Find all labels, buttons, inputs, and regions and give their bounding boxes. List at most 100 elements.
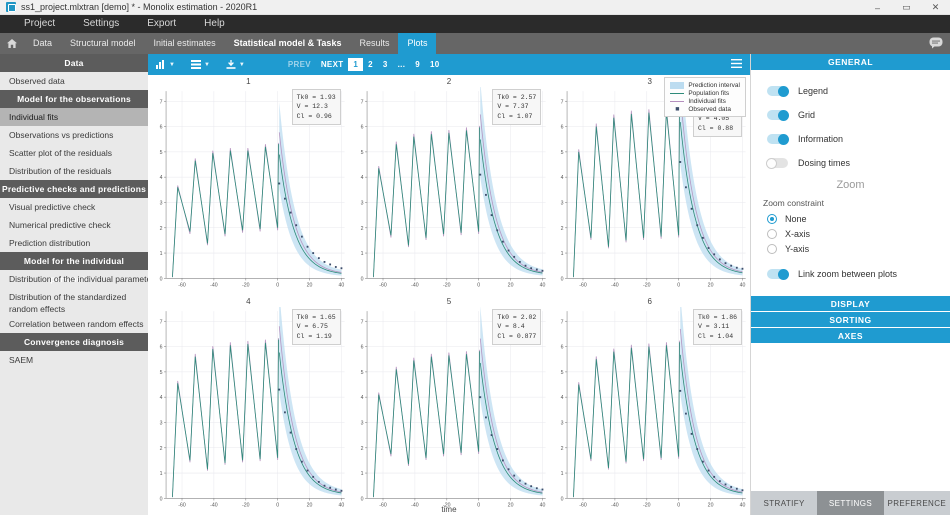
- svg-text:7: 7: [360, 99, 363, 105]
- legend-label: Individual fits: [688, 97, 726, 105]
- plot-panel-3[interactable]: 3 01234567-60-40-2002040 Tk0 = 1.58 V = …: [549, 75, 750, 295]
- plot-panel-2[interactable]: 2 0 1 2 3 4 5 6 7 -60 -40 -20 0 20 40 Tk0 = 2.57 V = …: [349, 75, 550, 295]
- sidebar-item-prediction-distribution[interactable]: Prediction distribution: [0, 234, 148, 252]
- close-button[interactable]: ✕: [921, 0, 950, 15]
- legend-swatch-line: [670, 100, 685, 102]
- svg-text:7: 7: [160, 99, 163, 105]
- chart-type-dropdown[interactable]: ▼: [156, 60, 175, 69]
- radio-none[interactable]: [767, 213, 777, 224]
- setting-label: Grid: [798, 110, 816, 120]
- sidebar-header-model-observations: Model for the observations: [0, 90, 148, 108]
- zoom-option-none[interactable]: None: [751, 211, 950, 226]
- plot-panel-1[interactable]: 1 0 1 2 3 4 5 6 7 -60 -40 -20 0 20 40 Tk0 = 1.93 V = …: [148, 75, 349, 295]
- tab-stratify[interactable]: STRATIFY: [751, 491, 817, 515]
- section-sorting[interactable]: SORTING: [751, 312, 950, 328]
- svg-text:7: 7: [561, 99, 564, 105]
- export-dropdown[interactable]: ▼: [226, 60, 245, 69]
- nav-item-structural-model[interactable]: Structural model: [61, 33, 145, 54]
- sidebar-item-scatter-plot-residuals[interactable]: Scatter plot of the residuals: [0, 144, 148, 162]
- svg-text:6: 6: [360, 345, 363, 351]
- chat-icon[interactable]: [929, 37, 943, 49]
- menu-help[interactable]: Help: [190, 15, 239, 33]
- svg-text:3: 3: [561, 420, 564, 426]
- section-display[interactable]: DISPLAY: [751, 296, 950, 312]
- nav-item-data[interactable]: Data: [24, 33, 61, 54]
- panel-title: 4: [246, 297, 251, 306]
- minimize-button[interactable]: –: [863, 0, 892, 15]
- svg-text:2: 2: [160, 446, 163, 452]
- zoom-option-y-axis[interactable]: Y-axis: [751, 241, 950, 256]
- legend-toggle[interactable]: [767, 85, 789, 97]
- menu-project[interactable]: Project: [10, 15, 69, 33]
- setting-dosing-times-row[interactable]: Dosing times: [751, 153, 950, 173]
- main-nav-bar: Data Structural model Initial estimates …: [0, 33, 950, 54]
- settings-tab-bar: STRATIFY SETTINGS PREFERENCE: [751, 491, 950, 515]
- settings-general-header[interactable]: GENERAL: [751, 54, 950, 71]
- page-button-3[interactable]: 3: [378, 58, 393, 71]
- page-button-10[interactable]: 10: [425, 58, 445, 71]
- nav-item-results[interactable]: Results: [350, 33, 398, 54]
- sidebar-item-observed-data[interactable]: Observed data: [0, 72, 148, 90]
- link-zoom-toggle[interactable]: [767, 268, 789, 280]
- tab-settings[interactable]: SETTINGS: [817, 491, 884, 515]
- nav-item-statistical-model-tasks[interactable]: Statistical model & Tasks: [225, 33, 351, 54]
- chevron-down-icon: ▼: [238, 61, 245, 68]
- sidebar-item-saem[interactable]: SAEM: [0, 351, 148, 369]
- information-toggle[interactable]: [767, 133, 789, 145]
- legend-label: Prediction interval: [688, 81, 740, 89]
- sidebar-item-individual-fits[interactable]: Individual fits: [0, 108, 148, 126]
- menu-export[interactable]: Export: [133, 15, 190, 33]
- svg-text:3: 3: [160, 420, 163, 426]
- x-axis-label: time: [441, 505, 457, 514]
- setting-information-row[interactable]: Information: [751, 129, 950, 149]
- sidebar-item-observations-vs-predictions[interactable]: Observations vs predictions: [0, 126, 148, 144]
- sidebar-item-visual-predictive-check[interactable]: Visual predictive check: [0, 198, 148, 216]
- svg-text:-40: -40: [611, 503, 619, 509]
- setting-grid-row[interactable]: Grid: [751, 105, 950, 125]
- sidebar-item-distribution-individual-parameters[interactable]: Distribution of the individual parameter…: [0, 270, 148, 288]
- svg-text:3: 3: [360, 200, 363, 206]
- nav-item-plots[interactable]: Plots: [398, 33, 437, 54]
- dosing-times-toggle[interactable]: [766, 157, 788, 169]
- section-axes[interactable]: AXES: [751, 328, 950, 344]
- next-page-button[interactable]: NEXT: [316, 58, 349, 71]
- radio-x-axis[interactable]: [767, 228, 777, 239]
- svg-text:-20: -20: [643, 283, 651, 289]
- layout-icon: [190, 60, 201, 69]
- svg-text:0: 0: [561, 496, 564, 502]
- maximize-button[interactable]: ▭: [892, 0, 921, 15]
- layout-dropdown[interactable]: ▼: [190, 60, 210, 69]
- legend-swatch-line: [670, 92, 685, 94]
- application-window: ss1_project.mlxtran [demo] * - Monolix e…: [0, 0, 950, 515]
- legend-entry-prediction-interval: Prediction interval: [670, 81, 740, 89]
- home-icon[interactable]: [0, 33, 24, 54]
- setting-link-zoom-row[interactable]: Link zoom between plots: [751, 264, 950, 284]
- page-button-1[interactable]: 1: [348, 58, 364, 71]
- plot-legend: Prediction interval Population fits Indi…: [664, 77, 746, 117]
- toolbar-menu-button[interactable]: [731, 59, 742, 70]
- page-button-2[interactable]: 2: [363, 58, 378, 71]
- sidebar-item-distribution-residuals[interactable]: Distribution of the residuals: [0, 162, 148, 180]
- sidebar-item-numerical-predictive-check[interactable]: Numerical predictive check: [0, 216, 148, 234]
- svg-text:0: 0: [477, 283, 480, 289]
- sidebar-item-correlation-random-effects[interactable]: Correlation between random effects: [0, 315, 148, 333]
- zoom-option-x-axis[interactable]: X-axis: [751, 226, 950, 241]
- svg-text:0: 0: [276, 283, 279, 289]
- prev-page-button[interactable]: PREV: [283, 58, 316, 71]
- nav-item-initial-estimates[interactable]: Initial estimates: [145, 33, 225, 54]
- plot-panel-4[interactable]: 4 0 1 2 3 4 5 6 7 -60 -40 -20 0 20 40 Tk0 = 1.65 V = …: [148, 295, 349, 515]
- plot-panel-5[interactable]: 5 0 1 2 3 4 5 6 7 -60 -40 -20 0 20 40 Tk0 = 2.02 V = …: [349, 295, 550, 515]
- grid-toggle[interactable]: [767, 109, 789, 121]
- menu-settings[interactable]: Settings: [69, 15, 133, 33]
- svg-text:20: 20: [708, 283, 714, 289]
- page-button-9[interactable]: 9: [410, 58, 425, 71]
- sidebar-item-distribution-standardized-random-effects[interactable]: Distribution of the standardized random …: [0, 288, 148, 315]
- svg-text:-60: -60: [178, 283, 186, 289]
- svg-text:2: 2: [561, 446, 564, 452]
- setting-legend-row[interactable]: Legend: [751, 81, 950, 101]
- svg-text:0: 0: [360, 276, 363, 282]
- pagination: PREV NEXT 1 2 3 ... 9 10: [283, 58, 445, 71]
- tab-preference[interactable]: PREFERENCE: [884, 491, 950, 515]
- plot-panel-6[interactable]: 6 0 1 2 3 4 5 6 7 -60 -40 -20 0 20 40 Tk0 = 1.86 V = …: [549, 295, 750, 515]
- radio-y-axis[interactable]: [767, 243, 777, 254]
